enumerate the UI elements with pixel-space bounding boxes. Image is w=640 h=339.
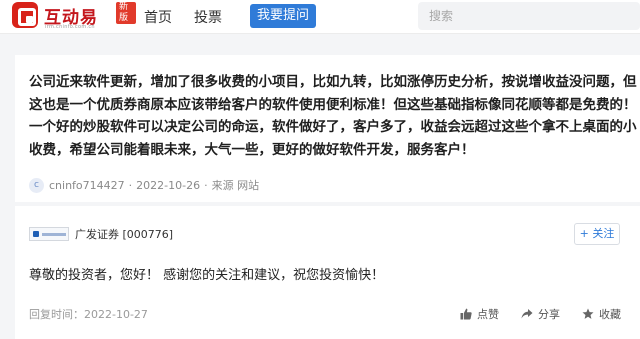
company-logo-icon [29, 227, 69, 241]
logo-subtext: irm.cninfo.com.cn [45, 24, 95, 30]
search-box [418, 2, 640, 30]
star-icon [582, 308, 594, 319]
avatar[interactable]: c [29, 177, 44, 193]
share-icon [521, 309, 533, 319]
site-logo[interactable]: 互动易 新版 irm.cninfo.com.cn [12, 1, 136, 33]
question-card: 公司近来软件更新，增加了很多收费的小项目，比如九转，比如涨停历史分析，按说增收益… [15, 55, 640, 202]
answer-date: 回复时间：2022-10-27 [29, 308, 148, 321]
share-label: 分享 [538, 308, 560, 321]
company-name[interactable]: 广发证券 [000776] [75, 226, 173, 242]
question-date: 2022-10-26 [136, 178, 201, 192]
logo-icon [12, 2, 38, 28]
share-button[interactable]: 分享 [521, 306, 560, 322]
favorite-button[interactable]: 收藏 [582, 306, 621, 322]
new-version-badge: 新版 [116, 2, 136, 24]
question-user[interactable]: cninfo714427 [49, 179, 125, 192]
question-source: 来源 网站 [211, 179, 260, 192]
ask-question-button[interactable]: 我要提问 [250, 4, 316, 28]
like-label: 点赞 [477, 308, 499, 321]
answer-actions: 点赞 分享 收藏 [438, 306, 621, 322]
question-meta: c cninfo714427 · 2022-10-26 · 来源 网站 [29, 177, 259, 193]
follow-button[interactable]: + 关注 [574, 223, 620, 245]
search-input[interactable] [418, 2, 640, 30]
answer-card: 广发证券 [000776] + 关注 尊敬的投资者，您好！ 感谢您的关注和建议，… [15, 206, 640, 339]
nav-home[interactable]: 首页 [144, 7, 172, 27]
top-header: 互动易 新版 irm.cninfo.com.cn 首页 投票 我要提问 [0, 0, 640, 34]
question-text: 公司近来软件更新，增加了很多收费的小项目，比如九转，比如涨停历史分析，按说增收益… [29, 74, 637, 158]
meta-separator: · [204, 178, 208, 192]
nav-vote[interactable]: 投票 [194, 7, 222, 27]
like-button[interactable]: 点赞 [460, 306, 499, 322]
favorite-label: 收藏 [599, 308, 621, 321]
meta-separator: · [128, 178, 133, 192]
answer-text: 尊敬的投资者，您好！ 感谢您的关注和建议，祝您投资愉快！ [29, 268, 385, 283]
thumbs-up-icon [460, 308, 472, 320]
